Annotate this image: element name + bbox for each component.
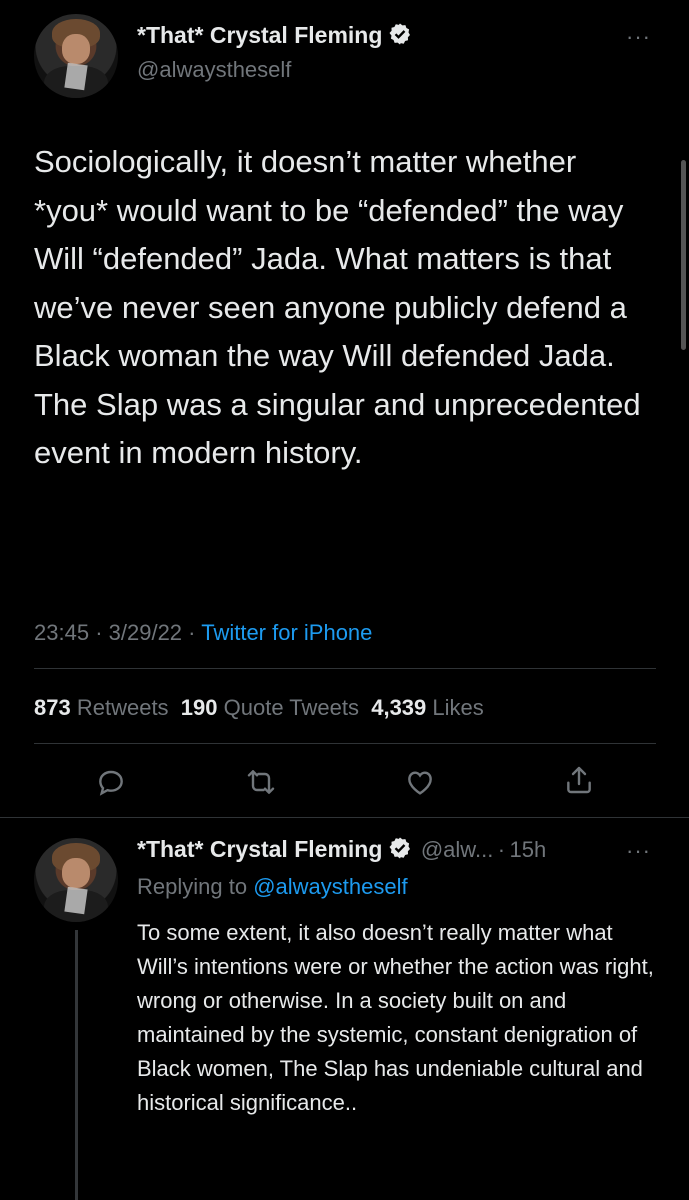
share-icon[interactable]	[563, 764, 595, 796]
likes-stat[interactable]: 4,339 Likes	[371, 695, 484, 720]
replying-to-handle-link[interactable]: @alwaystheself	[253, 874, 407, 899]
retweets-count: 873	[34, 695, 71, 720]
divider	[0, 817, 689, 818]
more-icon[interactable]: ···	[626, 24, 651, 50]
verified-badge-icon	[388, 22, 412, 51]
separator-dot: ·	[497, 837, 506, 862]
retweets-label: Retweets	[76, 695, 169, 720]
avatar[interactable]	[34, 14, 118, 98]
tweet-text: Sociologically, it doesn’t matter whethe…	[34, 144, 641, 470]
tweet-source-link[interactable]: Twitter for iPhone	[201, 620, 372, 645]
divider	[34, 668, 656, 669]
tweet-meta: 23:45 · 3/29/22 · Twitter for iPhone	[34, 620, 372, 646]
quotes-label: Quote Tweets	[223, 695, 359, 720]
reply-handle[interactable]: @alw...	[421, 837, 493, 862]
replying-prefix: Replying to	[137, 874, 248, 899]
scrollbar[interactable]	[681, 160, 686, 350]
likes-label: Likes	[432, 695, 484, 720]
reply-icon[interactable]	[95, 766, 127, 798]
divider	[34, 743, 656, 744]
reply-age: 15h	[509, 837, 547, 862]
tweet-author[interactable]: *That* Crystal Fleming	[137, 22, 412, 51]
reply-header[interactable]: *That* Crystal Fleming @alw... · 15h	[137, 836, 546, 865]
tweet-date: 3/29/22	[108, 620, 183, 645]
tweet-time: 23:45	[34, 620, 90, 645]
thread-line	[75, 930, 78, 1200]
quotes-count: 190	[180, 695, 218, 720]
reply-display-name[interactable]: *That* Crystal Fleming	[137, 836, 382, 862]
display-name[interactable]: *That* Crystal Fleming	[137, 22, 382, 48]
likes-count: 4,339	[371, 695, 427, 720]
like-icon[interactable]	[404, 766, 436, 798]
verified-badge-icon	[388, 836, 412, 865]
replying-to: Replying to @alwaystheself	[137, 874, 408, 900]
separator-dot: ·	[188, 620, 196, 645]
quotes-stat[interactable]: 190 Quote Tweets	[181, 695, 359, 720]
more-icon[interactable]: ···	[626, 838, 651, 864]
reply-text: To some extent, it also doesn’t really m…	[137, 920, 654, 1115]
tweet-stats: 873 Retweets 190 Quote Tweets 4,339 Like…	[34, 695, 484, 721]
retweets-stat[interactable]: 873 Retweets	[34, 695, 169, 720]
reply-avatar[interactable]	[34, 838, 118, 922]
retweet-icon[interactable]	[245, 766, 277, 798]
separator-dot: ·	[95, 620, 103, 645]
handle[interactable]: @alwaystheself	[137, 57, 291, 83]
